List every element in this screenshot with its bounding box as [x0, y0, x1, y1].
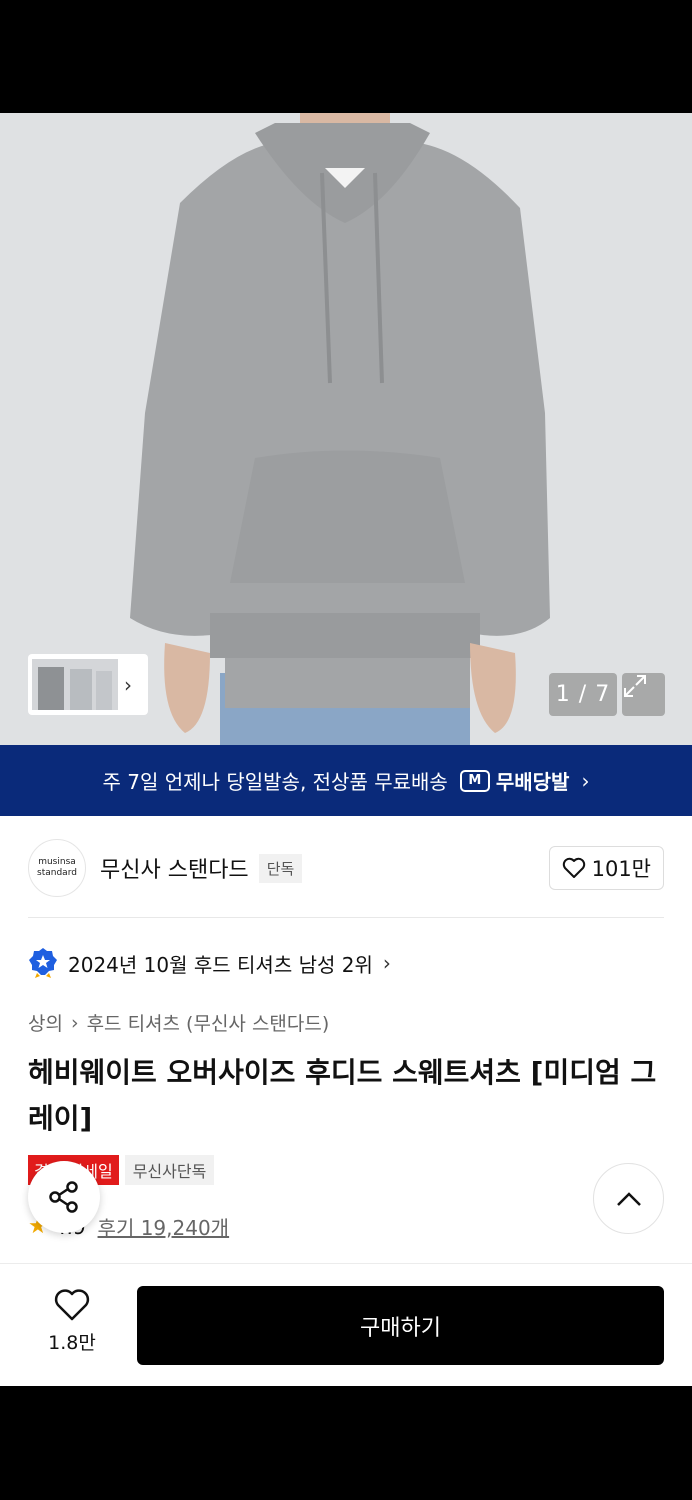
chevron-right-icon: ›	[70, 1011, 79, 1034]
brand-logo-line1: musinsa	[38, 857, 76, 867]
brand-name[interactable]: 무신사 스탠다드	[100, 852, 249, 884]
ranking-link[interactable]: 2024년 10월 후드 티셔츠 남성 2위 ›	[28, 947, 391, 979]
brand-row[interactable]: musinsa standard 무신사 스탠다드 단독 101만	[28, 838, 664, 898]
banner-badge-label: 무배당발	[495, 770, 570, 794]
purchase-bar: 1.8만 구매하기	[0, 1263, 692, 1386]
thumbnail-strip[interactable]: ›	[28, 654, 148, 715]
status-bar-area	[0, 0, 692, 113]
wishlist-button[interactable]: 1.8만	[36, 1288, 108, 1355]
breadcrumb-item-top[interactable]: 상의	[28, 1009, 63, 1036]
divider	[28, 917, 664, 918]
wishlist-count: 1.8만	[48, 1332, 96, 1354]
exclusive-badge: 무신사단독	[124, 1155, 215, 1185]
breadcrumb-item-hoodies[interactable]: 후드 티셔츠 (무신사 스탠다드)	[87, 1009, 330, 1036]
chevron-up-icon	[616, 1191, 641, 1206]
brand-like-count: 101만	[591, 857, 651, 881]
brand-logo[interactable]: musinsa standard	[28, 839, 86, 897]
brand-like-button[interactable]: 101만	[548, 846, 664, 890]
ranking-text: 2024년 10월 후드 티셔츠 남성 2위	[68, 952, 373, 977]
product-image-gallery[interactable]: › 1 / 7	[0, 113, 692, 745]
thumbnail-image[interactable]	[32, 659, 118, 710]
shipping-banner[interactable]: 주 7일 언제나 당일발송, 전상품 무료배송 M 무배당발 ›	[0, 745, 692, 816]
free-delivery-badge: M 무배당발	[459, 766, 570, 795]
chevron-right-icon: ›	[581, 768, 590, 793]
chevron-right-icon: ›	[382, 951, 391, 975]
heart-icon	[562, 857, 585, 878]
breadcrumb: 상의 › 후드 티셔츠 (무신사 스탠다드)	[28, 1009, 329, 1036]
share-icon	[49, 1181, 78, 1213]
ranking-medal-icon	[29, 948, 57, 978]
expand-icon	[624, 675, 646, 697]
product-photo	[0, 113, 692, 745]
brand-logo-line2: standard	[37, 868, 77, 878]
exclusive-tag: 단독	[258, 853, 303, 883]
review-link[interactable]: 후기 19,240개	[98, 1212, 230, 1241]
banner-text: 주 7일 언제나 당일발송, 전상품 무료배송	[102, 770, 448, 794]
product-title: 헤비웨이트 오버사이즈 후디드 스웨트셔츠 [미디엄 그레이]	[28, 1056, 657, 1135]
image-counter: 1 / 7	[549, 673, 617, 716]
delivery-truck-icon: M	[459, 769, 490, 792]
chevron-right-icon[interactable]: ›	[124, 673, 132, 697]
navigation-bar-area	[0, 1386, 692, 1500]
product-info: musinsa standard 무신사 스탠다드 단독 101만 2024년 …	[0, 816, 692, 1386]
expand-button[interactable]	[622, 673, 665, 716]
heart-icon	[54, 1289, 90, 1321]
share-button[interactable]	[28, 1161, 100, 1233]
buy-button[interactable]: 구매하기	[137, 1286, 664, 1365]
scroll-top-button[interactable]	[593, 1163, 664, 1234]
